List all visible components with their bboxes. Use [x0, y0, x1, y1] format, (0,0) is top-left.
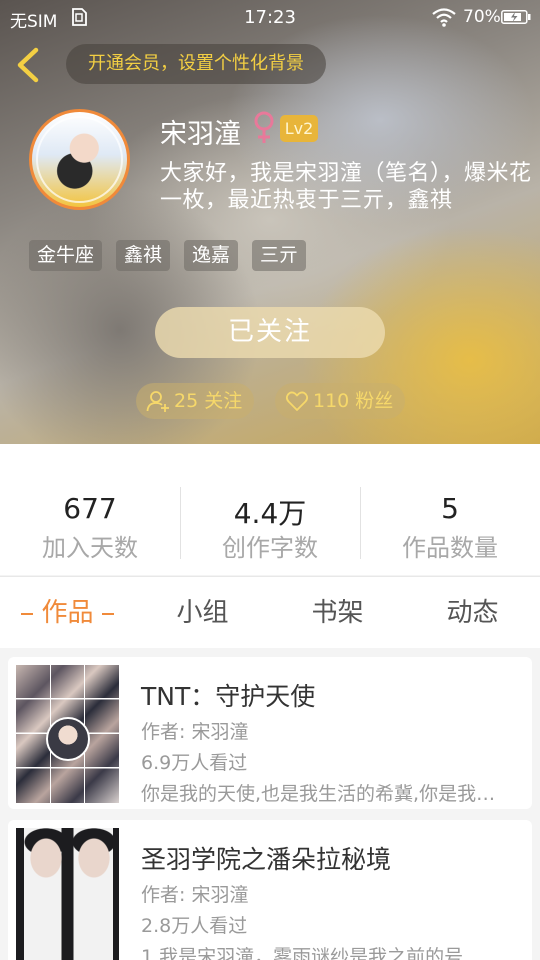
tab-active-indicator	[101, 612, 114, 615]
tab-label: 书架	[311, 598, 364, 628]
vip-background-banner[interactable]: 开通会员，设置个性化背景	[66, 44, 326, 84]
battery-icon	[501, 10, 531, 24]
level-badge: Lv2	[280, 115, 318, 142]
stat-word-count: 4.4万 创作字数	[180, 444, 360, 575]
stat-label: 加入天数	[42, 534, 138, 562]
work-card[interactable]: TNT：守护天使 作者: 宋羽潼 6.9万人看过 你是我的天使,也是我生活的希冀…	[8, 657, 532, 809]
female-icon	[254, 111, 274, 143]
heart-outline-icon	[285, 391, 309, 411]
user-bio: 大家好，我是宋羽潼（笔名），爆米花一枚，最近热衷于三亓，鑫祺	[160, 161, 532, 213]
work-author: 作者: 宋羽潼	[141, 884, 249, 906]
tab-bar: 作品 小组 书架 动态	[0, 576, 540, 648]
work-card[interactable]: 圣羽学院之潘朵拉秘境 作者: 宋羽潼 2.8万人看过 1.我是宋羽潼，雾雨谜纱是…	[8, 820, 532, 960]
profile-header: 无SIM 17:23 70% 开通会员，设置个性化背景 宋羽潼 Lv2 大家好，…	[0, 0, 540, 444]
fans-count: 110 粉丝	[313, 390, 394, 412]
cover-avatar	[46, 717, 90, 761]
tab-bookshelf[interactable]: 书架	[270, 577, 405, 649]
tab-label: 小组	[176, 598, 229, 628]
tab-active-indicator	[21, 612, 34, 615]
work-author: 作者: 宋羽潼	[141, 721, 249, 743]
stat-join-days: 677 加入天数	[0, 444, 180, 575]
stats-panel: 677 加入天数 4.4万 创作字数 5 作品数量	[0, 444, 540, 575]
tab-label: 作品	[41, 598, 94, 628]
avatar[interactable]	[29, 109, 130, 210]
tab-label: 动态	[446, 598, 499, 628]
tab-works[interactable]: 作品	[0, 577, 135, 649]
tag-item[interactable]: 逸嘉	[184, 240, 239, 271]
work-title: TNT：守护天使	[141, 682, 316, 711]
following-count-button[interactable]: 25 关注	[136, 383, 254, 419]
tab-activity[interactable]: 动态	[405, 577, 540, 649]
user-name: 宋羽潼	[160, 119, 241, 150]
stat-value: 5	[441, 492, 459, 525]
fans-count-button[interactable]: 110 粉丝	[275, 383, 405, 419]
following-count: 25 关注	[174, 390, 243, 412]
avatar-ring	[36, 116, 123, 203]
work-cover-image	[16, 828, 119, 960]
work-summary: 1.我是宋羽潼，雾雨谜纱是我之前的号…	[141, 946, 483, 960]
status-bar: 无SIM 17:23 70%	[0, 0, 540, 34]
tag-item[interactable]: 鑫祺	[116, 240, 171, 271]
work-views: 6.9万人看过	[141, 752, 248, 774]
person-add-icon	[146, 391, 169, 412]
followed-button[interactable]: 已关注	[155, 307, 385, 358]
chevron-left-icon[interactable]	[12, 46, 46, 84]
clock-text: 17:23	[244, 7, 296, 28]
tag-list: 金牛座 鑫祺 逸嘉 三亓	[29, 240, 307, 271]
tag-item[interactable]: 金牛座	[29, 240, 103, 271]
tag-item[interactable]: 三亓	[252, 240, 307, 271]
work-views: 2.8万人看过	[141, 915, 248, 937]
work-summary: 你是我的天使,也是我生活的希冀,你是我…	[141, 783, 496, 805]
tab-groups[interactable]: 小组	[135, 577, 270, 649]
work-cover-image	[16, 665, 119, 803]
stat-value: 677	[63, 492, 117, 525]
stat-label: 创作字数	[222, 534, 318, 562]
stat-label: 作品数量	[402, 534, 498, 562]
stat-value: 4.4万	[233, 497, 307, 530]
battery-percent: 70%	[463, 7, 501, 27]
stat-work-count: 5 作品数量	[360, 444, 540, 575]
work-title: 圣羽学院之潘朵拉秘境	[141, 845, 392, 874]
wifi-icon	[432, 8, 456, 27]
